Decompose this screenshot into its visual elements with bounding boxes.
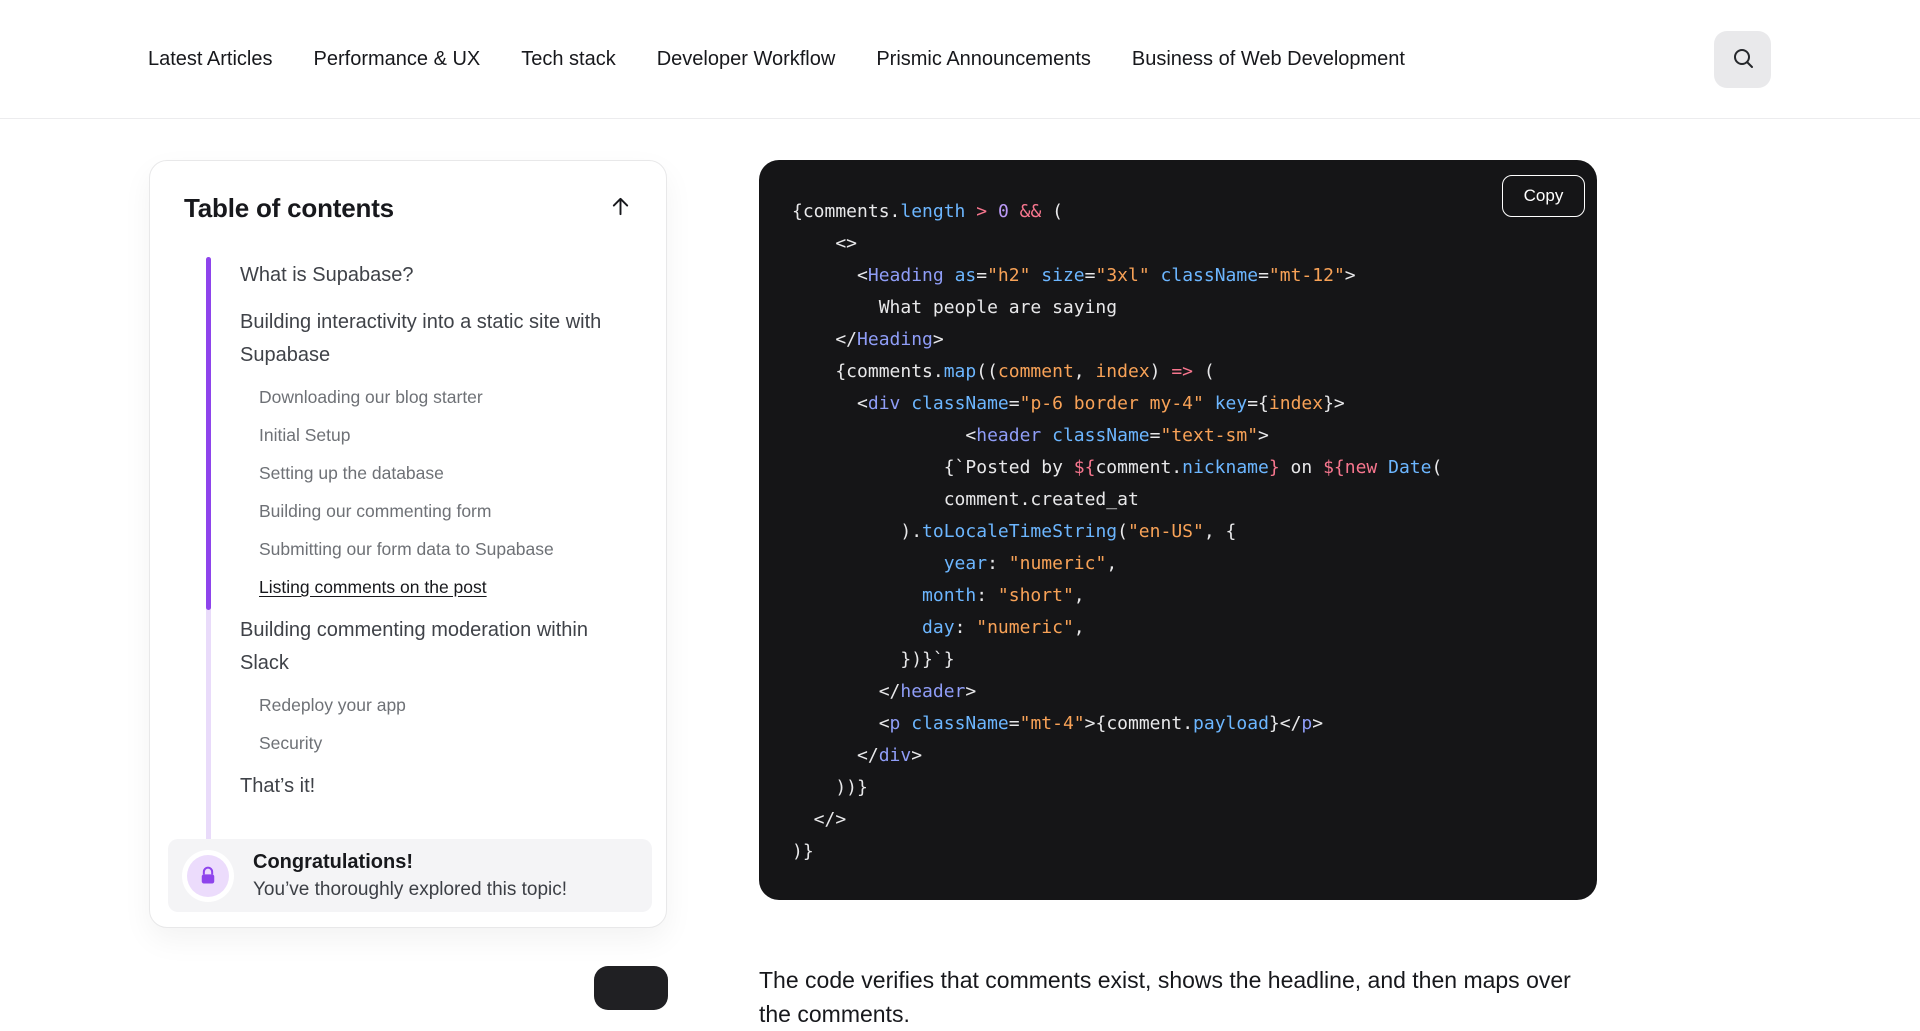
code-line: })}`} (792, 644, 1577, 676)
toc-item-downloading-our-blog-starter[interactable]: Downloading our blog starter (259, 386, 636, 409)
toc-header: Table of contents (184, 191, 636, 225)
code-line: ).toLocaleTimeString("en-US", { (792, 516, 1577, 548)
table-of-contents-card: Table of contents What is Supabase? Build… (149, 160, 667, 928)
reading-progress-track (206, 257, 211, 847)
article-paragraph: The code verifies that comments exist, s… (759, 963, 1589, 1031)
code-line: </div> (792, 740, 1577, 772)
top-navigation-bar: Latest Articles Performance & UX Tech stac… (0, 0, 1920, 119)
nav-item-prismic-announcements[interactable]: Prismic Announcements (876, 48, 1091, 71)
congratulations-panel: Congratulations! You’ve thoroughly explo… (168, 839, 652, 912)
code-line: {comments.length > 0 && ( (792, 196, 1577, 228)
nav-item-business-of-web-development[interactable]: Business of Web Development (1132, 48, 1405, 71)
code-line: What people are saying (792, 292, 1577, 324)
code-line: comment.created_at (792, 484, 1577, 516)
code-line: month: "short", (792, 580, 1577, 612)
toc-item-building-our-commenting-form[interactable]: Building our commenting form (259, 500, 636, 523)
code-line: <header className="text-sm"> (792, 420, 1577, 452)
code-line: </header> (792, 676, 1577, 708)
toc-item-submitting-our-form-data-to-supabase[interactable]: Submitting our form data to Supabase (259, 538, 636, 561)
code-content: {comments.length > 0 && ( <> <Heading as… (759, 160, 1597, 868)
toc-item-building-interactivity-into-a-static-site-with-supabase[interactable]: Building interactivity into a static sit… (240, 306, 636, 372)
main-nav: Latest Articles Performance & UX Tech stac… (148, 48, 1405, 71)
code-line: <div className="p-6 border my-4" key={in… (792, 388, 1577, 420)
toc-item-that-s-it[interactable]: That’s it! (240, 770, 636, 803)
code-line: {`Posted by ${comment.nickname} on ${new… (792, 452, 1577, 484)
toc-item-redeploy-your-app[interactable]: Redeploy your app (259, 694, 636, 717)
nav-item-latest-articles[interactable]: Latest Articles (148, 48, 273, 71)
code-line: day: "numeric", (792, 612, 1577, 644)
nav-item-developer-workflow[interactable]: Developer Workflow (657, 48, 836, 71)
copy-button[interactable]: Copy (1502, 175, 1585, 217)
congratulations-subtitle: You’ve thoroughly explored this topic! (253, 876, 567, 903)
toc-item-list: What is Supabase? Building interactivity … (150, 249, 636, 803)
toc-item-building-commenting-moderation-within-slack[interactable]: Building commenting moderation within Sl… (240, 614, 636, 680)
code-line: <p className="mt-4">{comment.payload}</p… (792, 708, 1577, 740)
toc-item-security[interactable]: Security (259, 732, 636, 755)
congratulations-title: Congratulations! (253, 849, 567, 876)
toc-title: Table of contents (184, 193, 394, 224)
toc-item-listing-comments-on-the-post[interactable]: Listing comments on the post (259, 576, 636, 599)
code-line: )} (792, 836, 1577, 868)
congratulations-text: Congratulations! You’ve thoroughly explo… (253, 849, 567, 903)
toc-item-initial-setup[interactable]: Initial Setup (259, 424, 636, 447)
code-line: <Heading as="h2" size="3xl" className="m… (792, 260, 1577, 292)
reading-progress-fill (206, 257, 211, 610)
toc-item-what-is-supabase[interactable]: What is Supabase? (240, 259, 636, 292)
nav-item-tech-stack[interactable]: Tech stack (521, 48, 615, 71)
nav-item-performance-ux[interactable]: Performance & UX (314, 48, 481, 71)
code-line: </> (792, 804, 1577, 836)
floating-action-button[interactable] (594, 966, 668, 1010)
arrow-up-icon (609, 206, 632, 221)
code-line: <> (792, 228, 1577, 260)
toc-item-setting-up-the-database[interactable]: Setting up the database (259, 462, 636, 485)
scroll-to-top-button[interactable] (605, 191, 636, 225)
search-icon (1731, 46, 1755, 73)
code-line: year: "numeric", (792, 548, 1577, 580)
code-line: </Heading> (792, 324, 1577, 356)
search-button[interactable] (1714, 31, 1771, 88)
lock-icon (187, 855, 229, 897)
code-line: {comments.map((comment, index) => ( (792, 356, 1577, 388)
code-line: ))} (792, 772, 1577, 804)
code-block: Copy {comments.length > 0 && ( <> <Headi… (759, 160, 1597, 900)
